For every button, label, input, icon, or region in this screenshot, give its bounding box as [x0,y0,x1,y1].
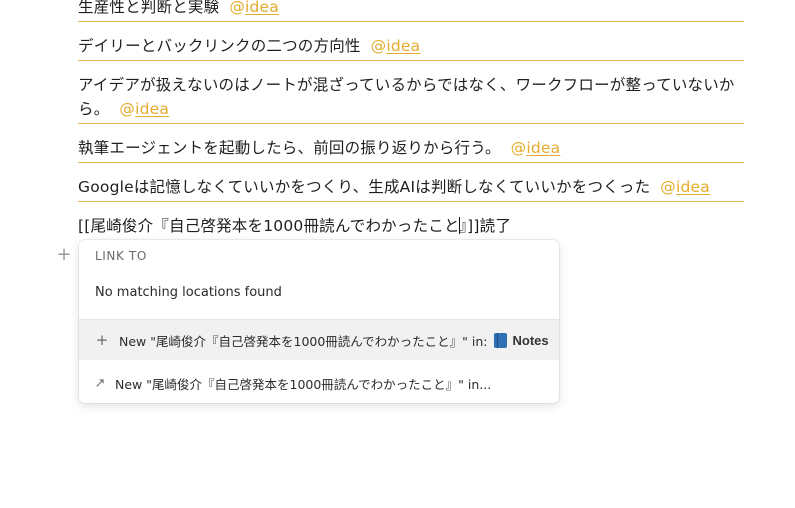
block-2[interactable]: デイリーとバックリンクの二つの方向性 @idea [78,34,744,61]
popup-header: LINK TO [95,249,147,263]
block-4[interactable]: 執筆エージェントを起動したら、前回の振り返りから行う。 @idea [78,136,744,163]
editing-text-before: [[尾崎俊介『自己啓発本を1000冊読んでわかったこと [78,217,460,235]
link-to-popup: LINK TO No matching locations found + Ne… [79,240,559,403]
block-1[interactable]: 生産性と判断と実験 @idea [78,0,744,22]
idea-mention[interactable]: @idea [371,37,421,55]
block-text: Googleは記憶しなくていいかをつくり、生成AIは判断しなくていいかをつくった [78,178,651,196]
plus-icon: + [95,331,109,349]
add-block-icon[interactable]: + [55,246,73,264]
arrow-up-right-icon: ↗ [94,375,106,391]
option-label: New "尾崎俊介『自己啓発本を1000冊読んでわかったこと』" in: [119,333,488,349]
no-match-message: No matching locations found [95,285,282,300]
idea-mention[interactable]: @idea [660,178,710,196]
block-text: デイリーとバックリンクの二つの方向性 [78,37,361,55]
block-5[interactable]: Googleは記憶しなくていいかをつくり、生成AIは判断しなくていいかをつくった… [78,175,744,202]
option-label: New "尾崎俊介『自己啓発本を1000冊読んでわかったこと』" in... [115,376,492,392]
new-note-in-notes-option[interactable]: + New "尾崎俊介『自己啓発本を1000冊読んでわかったこと』" in: N… [79,320,559,360]
editor-page: 生産性と判断と実験 @idea デイリーとバックリンクの二つの方向性 @idea ア… [0,0,795,508]
new-note-in-other-option[interactable]: ↗ New "尾崎俊介『自己啓発本を1000冊読んでわかったこと』" in... [79,363,559,403]
notebook-name: Notes [512,332,549,348]
idea-mention[interactable]: @idea [511,139,561,157]
editing-block[interactable]: [[尾崎俊介『自己啓発本を1000冊読んでわかったこと』]]読了 [78,214,511,238]
block-text: 執筆エージェントを起動したら、前回の振り返りから行う。 [78,139,501,157]
blue-book-icon [493,332,507,348]
block-text: 生産性と判断と実験 [78,0,220,16]
idea-mention[interactable]: @idea [229,0,279,16]
idea-mention[interactable]: @idea [119,100,169,118]
editing-text-after: 』]]読了 [459,217,512,235]
block-3[interactable]: アイデアが扱えないのはノートが混ざっているからではなく、ワークフローが整っていな… [78,73,744,124]
block-text: アイデアが扱えないのはノートが混ざっているからではなく、ワークフローが整っていな… [78,76,735,118]
